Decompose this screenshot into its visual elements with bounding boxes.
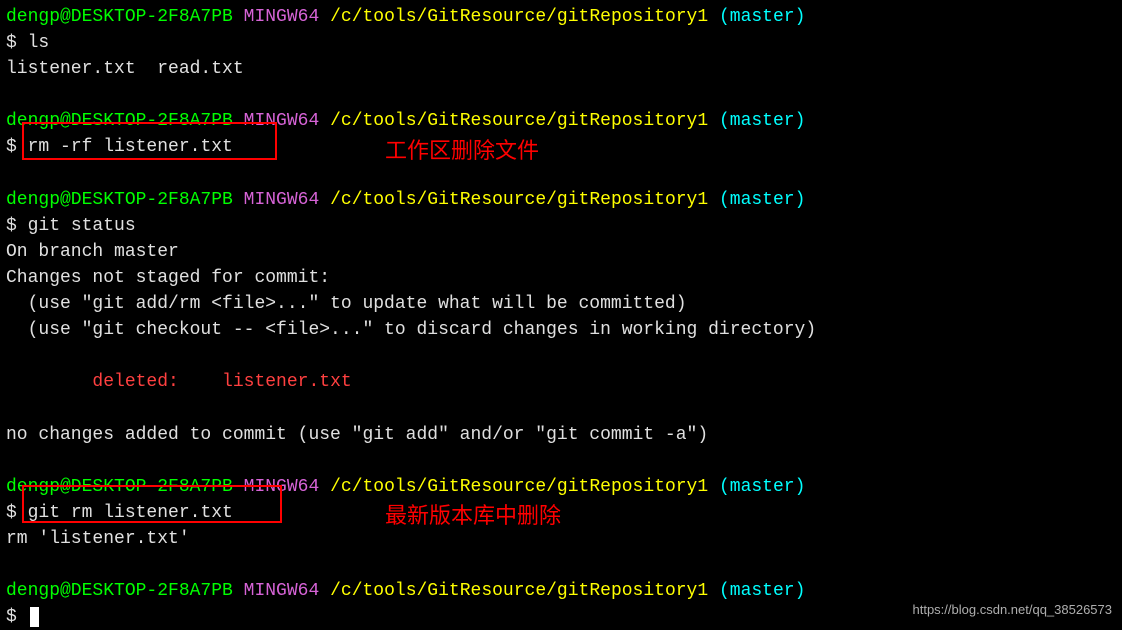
output-line: Changes not staged for commit:: [6, 265, 1116, 291]
output-line: (use "git add/rm <file>..." to update wh…: [6, 291, 1116, 317]
command-text: rm -rf listener.txt: [28, 137, 233, 157]
blank-line: [6, 161, 1116, 187]
prompt-line: dengp@DESKTOP-2F8A7PB MINGW64 /c/tools/G…: [6, 187, 1116, 213]
watermark: https://blog.csdn.net/qq_38526573: [913, 601, 1113, 620]
command-line: $ rm -rf listener.txt: [6, 134, 1116, 160]
command-line: $ git status: [6, 213, 1116, 239]
path: /c/tools/GitResource/gitRepository1: [330, 7, 708, 27]
env: MINGW64: [244, 111, 320, 131]
branch: (master): [719, 111, 805, 131]
output-line: rm 'listener.txt': [6, 526, 1116, 552]
prompt-line: dengp@DESKTOP-2F8A7PB MINGW64 /c/tools/G…: [6, 4, 1116, 30]
path: /c/tools/GitResource/gitRepository1: [330, 477, 708, 497]
path: /c/tools/GitResource/gitRepository1: [330, 581, 708, 601]
blank-line: [6, 395, 1116, 421]
command-text: git status: [28, 216, 136, 236]
branch: (master): [719, 581, 805, 601]
branch: (master): [719, 7, 805, 27]
user-host: dengp@DESKTOP-2F8A7PB: [6, 7, 233, 27]
path: /c/tools/GitResource/gitRepository1: [330, 111, 708, 131]
output-line: no changes added to commit (use "git add…: [6, 422, 1116, 448]
env: MINGW64: [244, 581, 320, 601]
prompt-line: dengp@DESKTOP-2F8A7PB MINGW64 /c/tools/G…: [6, 108, 1116, 134]
branch: (master): [719, 477, 805, 497]
deleted-label: deleted:: [6, 372, 222, 392]
output-line: On branch master: [6, 239, 1116, 265]
blank-line: [6, 448, 1116, 474]
output-line: (use "git checkout -- <file>..." to disc…: [6, 317, 1116, 343]
prompt-line: dengp@DESKTOP-2F8A7PB MINGW64 /c/tools/G…: [6, 474, 1116, 500]
deleted-file: listener.txt: [222, 372, 352, 392]
env: MINGW64: [244, 190, 320, 210]
blank-line: [6, 552, 1116, 578]
env: MINGW64: [244, 477, 320, 497]
user-host: dengp@DESKTOP-2F8A7PB: [6, 477, 233, 497]
user-host: dengp@DESKTOP-2F8A7PB: [6, 581, 233, 601]
blank-line: [6, 343, 1116, 369]
path: /c/tools/GitResource/gitRepository1: [330, 190, 708, 210]
deleted-line: deleted: listener.txt: [6, 369, 1116, 395]
command-line: $ git rm listener.txt: [6, 500, 1116, 526]
command-text: git rm listener.txt: [28, 503, 233, 523]
user-host: dengp@DESKTOP-2F8A7PB: [6, 190, 233, 210]
user-host: dengp@DESKTOP-2F8A7PB: [6, 111, 233, 131]
command-text: ls: [28, 33, 50, 53]
command-line: $ ls: [6, 30, 1116, 56]
terminal[interactable]: dengp@DESKTOP-2F8A7PB MINGW64 /c/tools/G…: [6, 4, 1116, 630]
output-line: listener.txt read.txt: [6, 56, 1116, 82]
branch: (master): [719, 190, 805, 210]
blank-line: [6, 82, 1116, 108]
env: MINGW64: [244, 7, 320, 27]
cursor-icon: [30, 607, 39, 627]
